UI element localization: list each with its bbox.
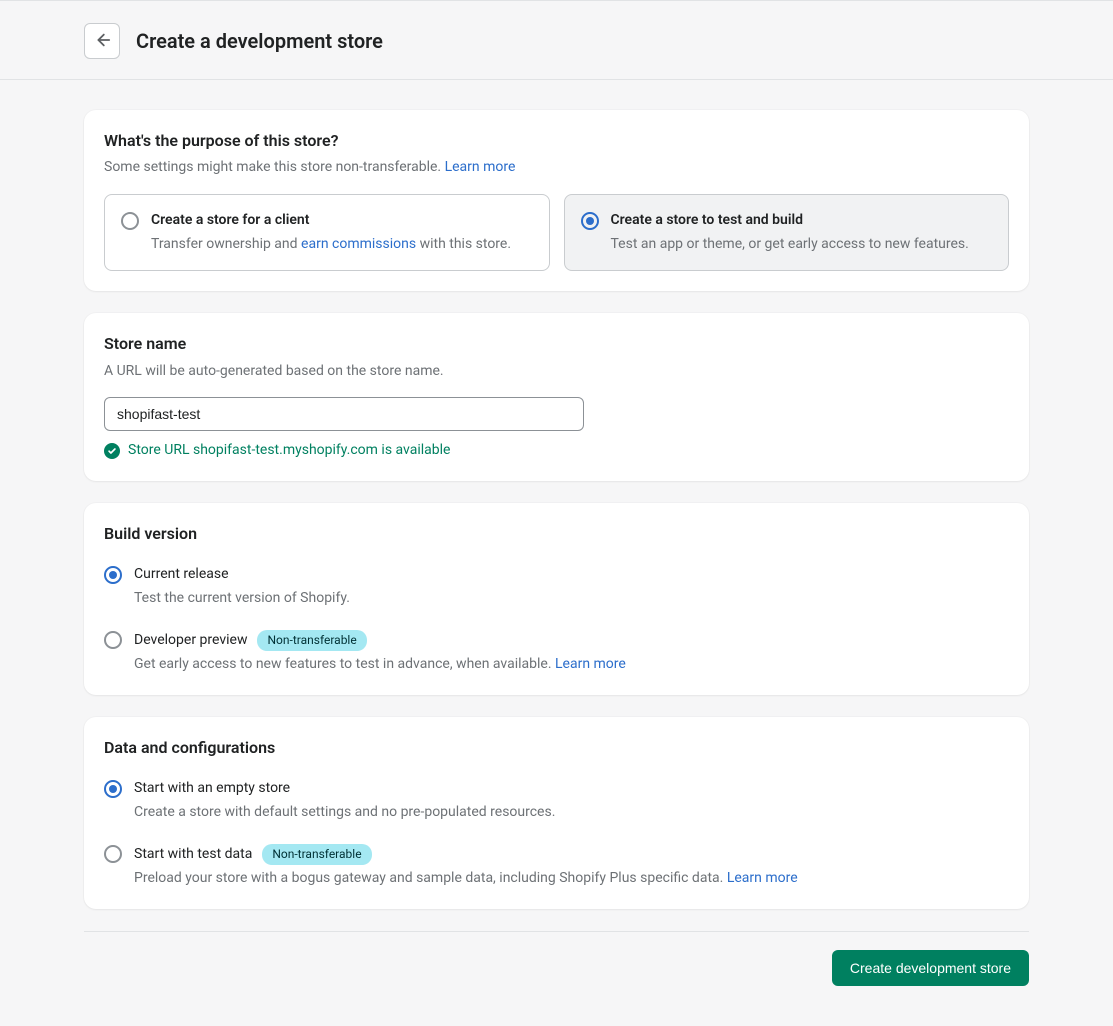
build-option-title: Current release — [134, 565, 1009, 585]
radio-icon — [104, 780, 122, 798]
purpose-card: What's the purpose of this store? Some s… — [84, 110, 1029, 291]
check-circle-icon — [104, 443, 120, 459]
purpose-option-title: Create a store for a client — [151, 211, 511, 231]
data-option-desc: Preload your store with a bogus gateway … — [134, 869, 1009, 889]
purpose-option-title: Create a store to test and build — [611, 211, 969, 231]
build-option-developer-preview[interactable]: Developer preview Non-transferable Get e… — [104, 624, 1009, 674]
data-config-card: Data and configurations Start with an em… — [84, 717, 1029, 909]
arrow-left-icon — [93, 31, 111, 52]
purpose-option-test-build[interactable]: Create a store to test and build Test an… — [564, 194, 1010, 271]
back-button[interactable] — [84, 23, 120, 59]
radio-icon — [581, 212, 599, 230]
create-development-store-button[interactable]: Create development store — [832, 950, 1029, 986]
page-title: Create a development store — [136, 27, 383, 55]
build-version-card: Build version Current release Test the c… — [84, 503, 1029, 695]
radio-icon — [104, 631, 122, 649]
store-url-availability-text: Store URL shopifast-test.myshopify.com i… — [128, 441, 450, 461]
build-option-desc: Get early access to new features to test… — [134, 655, 1009, 675]
purpose-subtext: Some settings might make this store non-… — [104, 158, 1009, 178]
non-transferable-badge: Non-transferable — [262, 844, 371, 865]
data-option-empty-store[interactable]: Start with an empty store Create a store… — [104, 773, 1009, 822]
store-name-subtext: A URL will be auto-generated based on th… — [104, 362, 1009, 382]
non-transferable-badge: Non-transferable — [257, 630, 366, 651]
store-name-card: Store name A URL will be auto-generated … — [84, 313, 1029, 481]
radio-icon — [121, 212, 139, 230]
data-option-title: Start with test data — [134, 845, 252, 865]
build-version-heading: Build version — [104, 523, 1009, 545]
radio-icon — [104, 845, 122, 863]
store-name-input[interactable] — [104, 397, 584, 431]
build-option-current-release[interactable]: Current release Test the current version… — [104, 559, 1009, 608]
build-option-desc: Test the current version of Shopify. — [134, 589, 1009, 609]
page-header: Create a development store — [0, 0, 1113, 80]
page-footer: Create development store — [84, 931, 1029, 986]
data-option-title: Start with an empty store — [134, 779, 1009, 799]
test-data-learn-more-link[interactable]: Learn more — [727, 870, 798, 886]
purpose-learn-more-link[interactable]: Learn more — [445, 159, 516, 175]
data-config-heading: Data and configurations — [104, 737, 1009, 759]
purpose-heading: What's the purpose of this store? — [104, 130, 1009, 152]
purpose-option-desc: Test an app or theme, or get early acces… — [611, 235, 969, 255]
store-name-heading: Store name — [104, 333, 1009, 355]
data-option-desc: Create a store with default settings and… — [134, 803, 1009, 823]
earn-commissions-link[interactable]: earn commissions — [301, 236, 416, 252]
purpose-option-desc: Transfer ownership and earn commissions … — [151, 235, 511, 255]
build-option-title: Developer preview — [134, 631, 247, 651]
developer-preview-learn-more-link[interactable]: Learn more — [555, 656, 626, 672]
radio-icon — [104, 566, 122, 584]
store-url-availability: Store URL shopifast-test.myshopify.com i… — [104, 441, 1009, 461]
data-option-test-data[interactable]: Start with test data Non-transferable Pr… — [104, 838, 1009, 888]
purpose-subtext-text: Some settings might make this store non-… — [104, 159, 445, 175]
purpose-option-client[interactable]: Create a store for a client Transfer own… — [104, 194, 550, 271]
